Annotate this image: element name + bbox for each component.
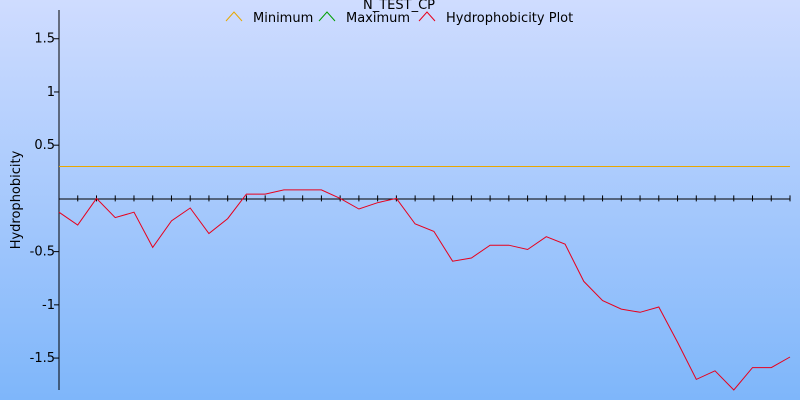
hydrophobicity-chart: N_TEST_CP Hydrophobicity 1.5 1 0.5 -0.5 -1 -1… <box>0 0 800 400</box>
y-tick-label: -0.5 <box>30 245 55 260</box>
legend-label: Hydrophobicity Plot <box>446 11 573 26</box>
legend: Minimum Maximum Hydrophobicity Plot <box>225 11 573 26</box>
chart-canvas: N_TEST_CP Hydrophobicity 1.510.5-0.5-1-1… <box>0 0 800 400</box>
y-axis-label: Hydrophobicity <box>9 150 24 249</box>
legend-label: Maximum <box>346 11 410 26</box>
y-tick-label: 1 <box>47 85 55 100</box>
y-tick-label: -1.5 <box>30 351 55 366</box>
y-tick-label: 0.5 <box>34 138 55 153</box>
y-tick-label: 1.5 <box>34 32 55 47</box>
legend-label: Minimum <box>253 11 313 26</box>
y-tick-label: -1 <box>42 298 55 313</box>
chart-background <box>0 0 800 400</box>
